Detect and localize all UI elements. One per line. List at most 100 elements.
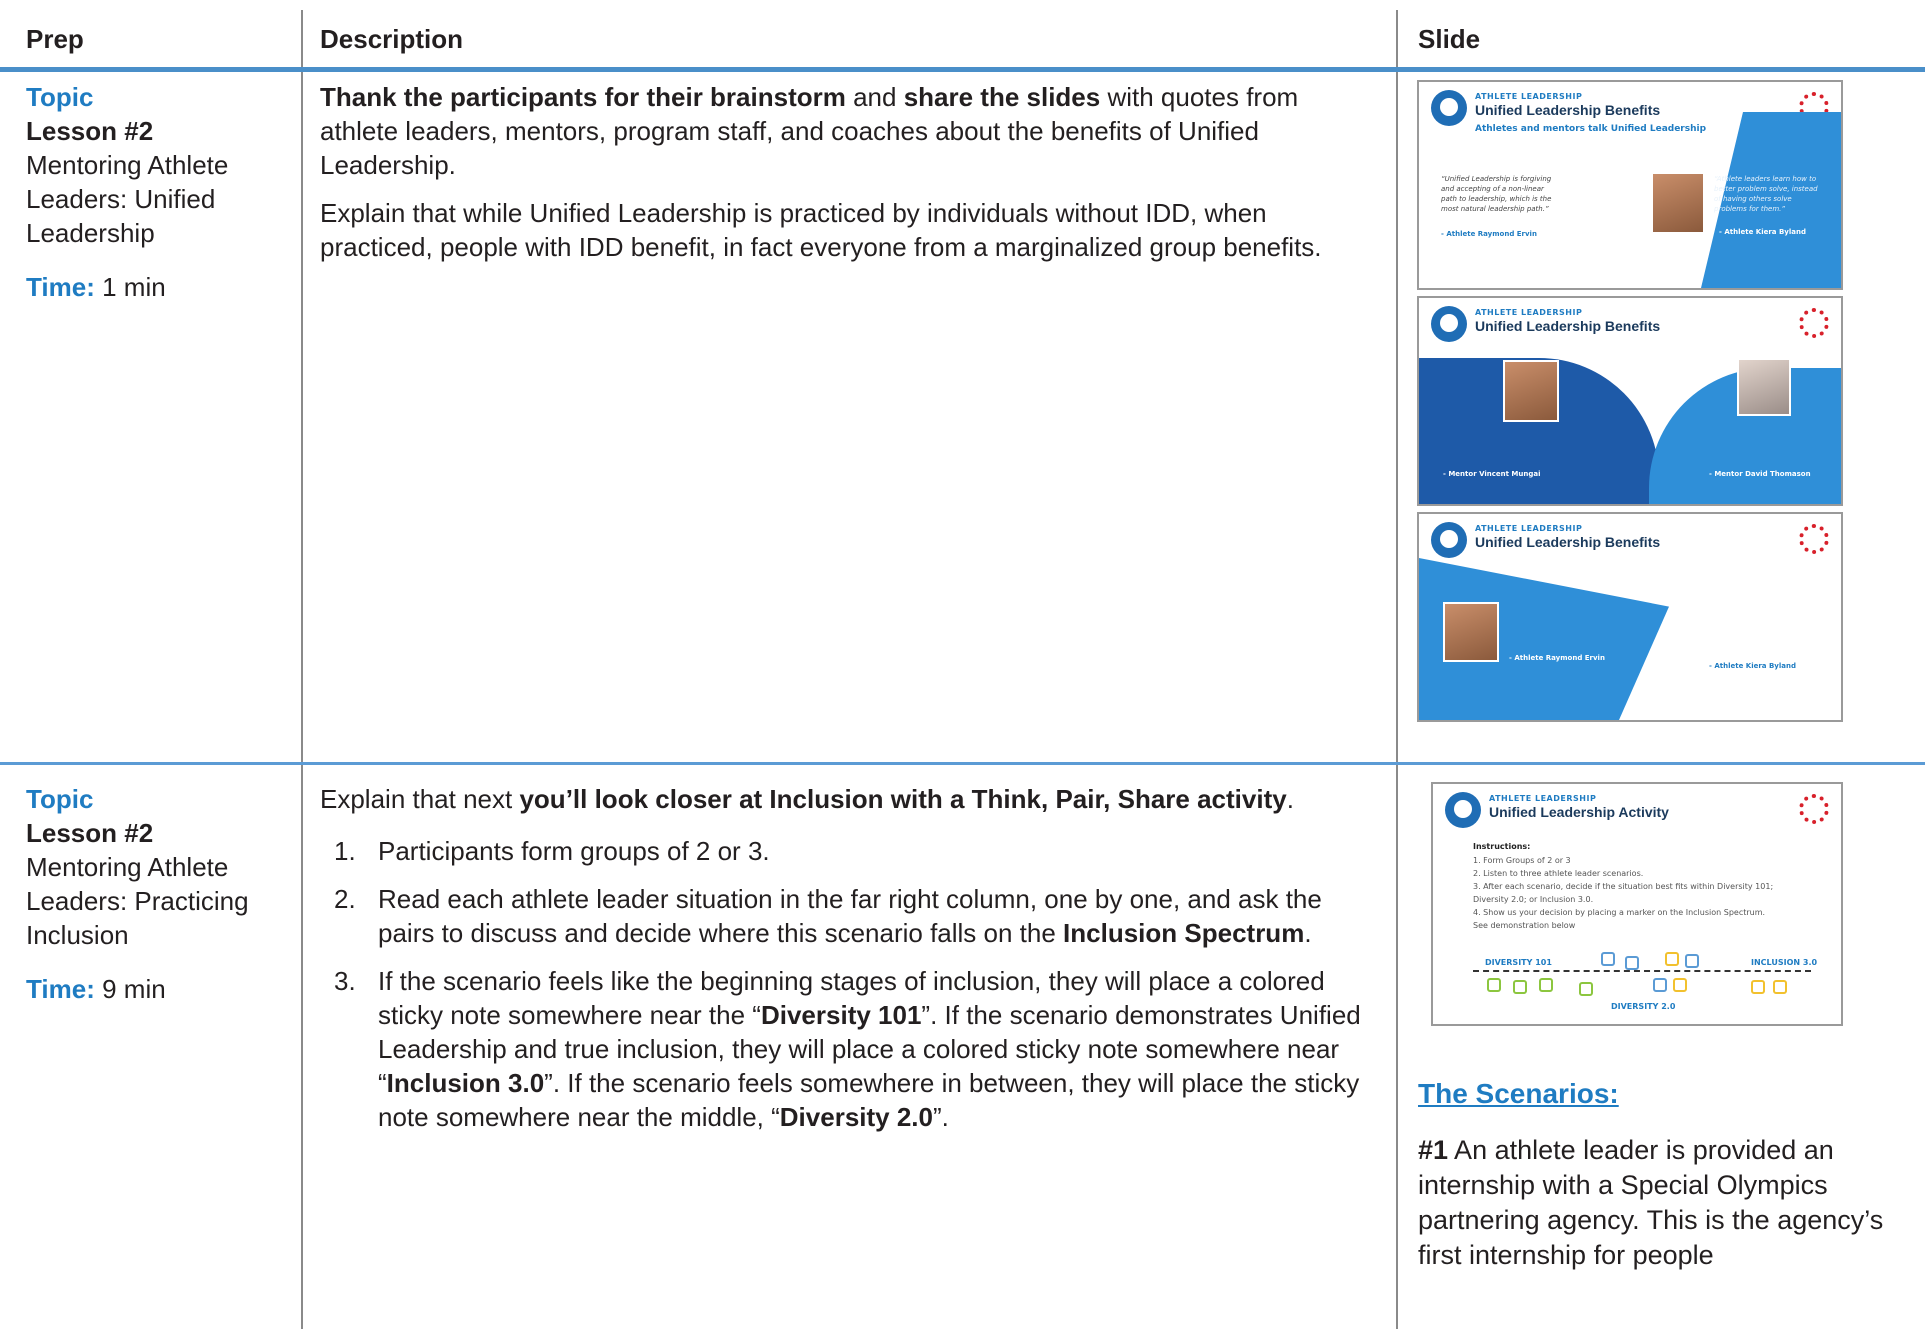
instruction-line: 3. After each scenario, decide if the si… <box>1473 882 1774 891</box>
row-divider <box>0 762 1925 765</box>
athlete-leadership-logo-icon <box>1431 306 1467 342</box>
slide-title: Unified Leadership Benefits <box>1475 534 1661 550</box>
bold-text: Inclusion Spectrum <box>1063 918 1305 948</box>
special-olympics-logo-icon <box>1799 308 1829 338</box>
lesson-name-line: Leaders: Practicing <box>26 886 249 916</box>
slide-attribution: - Athlete Raymond Ervin <box>1441 230 1537 238</box>
step-text: . <box>1304 918 1312 948</box>
athlete-photo <box>1651 172 1705 234</box>
special-olympics-logo-icon <box>1799 794 1829 824</box>
sticky-note-icon <box>1653 978 1667 992</box>
time-label: Time: <box>26 272 95 302</box>
sticky-note-icon <box>1487 978 1501 992</box>
slide-kicker: ATHLETE LEADERSHIP <box>1475 524 1583 533</box>
list-number: 2. <box>334 884 356 914</box>
spectrum-label-left: DIVERSITY 101 <box>1485 958 1552 967</box>
text-span: Explain that next <box>320 784 520 814</box>
slide-kicker: ATHLETE LEADERSHIP <box>1475 92 1583 101</box>
instruction-line: 1. Form Groups of 2 or 3 <box>1473 856 1571 865</box>
slide-attribution: - Mentor Vincent Mungai <box>1443 470 1541 478</box>
slide-attribution: - Mentor David Thomason <box>1709 470 1811 478</box>
sticky-note-icon <box>1673 978 1687 992</box>
instruction-line: See demonstration below <box>1473 921 1576 930</box>
special-olympics-logo-icon <box>1799 524 1829 554</box>
athlete-leadership-logo-icon <box>1431 522 1467 558</box>
bold-text: Thank the participants for their brainst… <box>320 82 846 112</box>
mentor-photo <box>1503 360 1559 422</box>
sticky-note-icon <box>1665 952 1679 966</box>
scenario-text: An athlete leader is provided an interns… <box>1418 1135 1884 1270</box>
slide-quote: “Athlete leaders learn how to better pro… <box>1714 175 1818 213</box>
row1-prep: Topic Lesson #2 Mentoring Athlete Leader… <box>26 80 286 304</box>
sticky-note-icon <box>1685 954 1699 968</box>
header-description: Description <box>320 24 464 54</box>
sticky-note-icon <box>1773 980 1787 994</box>
header-prep: Prep <box>26 24 84 54</box>
slide-attribution: - Athlete Kiera Byland <box>1709 662 1796 670</box>
time-value: 9 min <box>102 974 166 1004</box>
scenario-1: #1 An athlete leader is provided an inte… <box>1418 1133 1908 1273</box>
lesson-name-line: Leadership <box>26 218 155 248</box>
instruction-line: 2. Listen to three athlete leader scenar… <box>1473 869 1644 878</box>
bold-text: Diversity 2.0 <box>779 1102 933 1132</box>
lesson-name-line: Mentoring Athlete <box>26 852 229 882</box>
mentor-photo <box>1737 358 1791 416</box>
lesson-plan-page: Prep Description Slide Topic Lesson #2 M… <box>0 0 1925 1329</box>
time-row: Time: 9 min <box>26 972 286 1006</box>
slide-attribution: - Athlete Kiera Byland <box>1719 228 1806 236</box>
list-item: 3. If the scenario feels like the beginni… <box>320 964 1365 1134</box>
header-slide: Slide <box>1418 24 1481 54</box>
text-span: . <box>1286 784 1294 814</box>
description-paragraph: Thank the participants for their brainst… <box>320 80 1380 182</box>
bold-text: Inclusion 3.0 <box>386 1068 545 1098</box>
row1-description: Thank the participants for their brainst… <box>320 80 1380 278</box>
sticky-note-icon <box>1625 956 1639 970</box>
time-row: Time: 1 min <box>26 270 286 304</box>
lesson-number: Lesson #2 <box>26 818 154 848</box>
sticky-note-icon <box>1579 982 1593 996</box>
athlete-leadership-logo-icon <box>1431 90 1467 126</box>
instructions-label: Instructions: <box>1473 842 1531 851</box>
slide-quote: “Unified Leadership is forgiving and acc… <box>1441 175 1552 213</box>
bold-text: share the slides <box>903 82 1101 112</box>
spectrum-label-middle: DIVERSITY 2.0 <box>1611 1002 1676 1011</box>
column-divider-2 <box>1396 10 1398 1329</box>
lesson-name-line: Leaders: Unified <box>26 184 216 214</box>
sticky-note-icon <box>1601 952 1615 966</box>
column-divider-1 <box>301 10 303 1329</box>
spectrum-label-right: INCLUSION 3.0 <box>1751 958 1818 967</box>
slide-kicker: ATHLETE LEADERSHIP <box>1475 308 1583 317</box>
list-item: 2. Read each athlete leader situation in … <box>320 882 1365 950</box>
inclusion-spectrum-line <box>1473 970 1811 972</box>
slide-title: Unified Leadership Activity <box>1489 804 1669 820</box>
header-rule <box>0 67 1925 72</box>
lesson-name-line: Inclusion <box>26 920 129 950</box>
slide-attribution: - Athlete Raymond Ervin <box>1509 654 1605 662</box>
scenario-number: #1 <box>1418 1135 1449 1165</box>
slide-thumbnail-benefits-1: ATHLETE LEADERSHIP Unified Leadership Be… <box>1417 80 1843 290</box>
slide-title: Unified Leadership Benefits <box>1475 102 1661 118</box>
step-text: Participants form groups of 2 or 3. <box>378 836 770 866</box>
sticky-note-icon <box>1751 980 1765 994</box>
row2-description: Explain that next you’ll look closer at … <box>320 782 1365 1148</box>
athlete-leadership-logo-icon <box>1445 792 1481 828</box>
bold-text: Diversity 101 <box>760 1000 922 1030</box>
list-number: 3. <box>334 966 356 996</box>
time-value: 1 min <box>102 272 166 302</box>
lesson-number: Lesson #2 <box>26 116 154 146</box>
lesson-name-line: Mentoring Athlete <box>26 150 229 180</box>
list-item: 1. Participants form groups of 2 or 3. <box>320 834 1365 868</box>
slide-title: Unified Leadership Benefits <box>1475 318 1661 334</box>
instruction-line: 4. Show us your decision by placing a ma… <box>1473 908 1766 917</box>
sticky-note-icon <box>1513 980 1527 994</box>
scenarios-heading: The Scenarios: <box>1418 1078 1619 1109</box>
activity-steps-list: 1. Participants form groups of 2 or 3. 2.… <box>320 834 1365 1134</box>
description-paragraph: Explain that next you’ll look closer at … <box>320 782 1365 816</box>
step-text: ”. <box>933 1102 949 1132</box>
bold-text: you’ll look closer at Inclusion with a T… <box>519 784 1287 814</box>
slide-thumbnail-benefits-3: ATHLETE LEADERSHIP Unified Leadership Be… <box>1417 512 1843 722</box>
list-number: 1. <box>334 836 356 866</box>
slide-subtitle: Athletes and mentors talk Unified Leader… <box>1475 124 1707 134</box>
time-label: Time: <box>26 974 95 1004</box>
slide-kicker: ATHLETE LEADERSHIP <box>1489 794 1597 803</box>
